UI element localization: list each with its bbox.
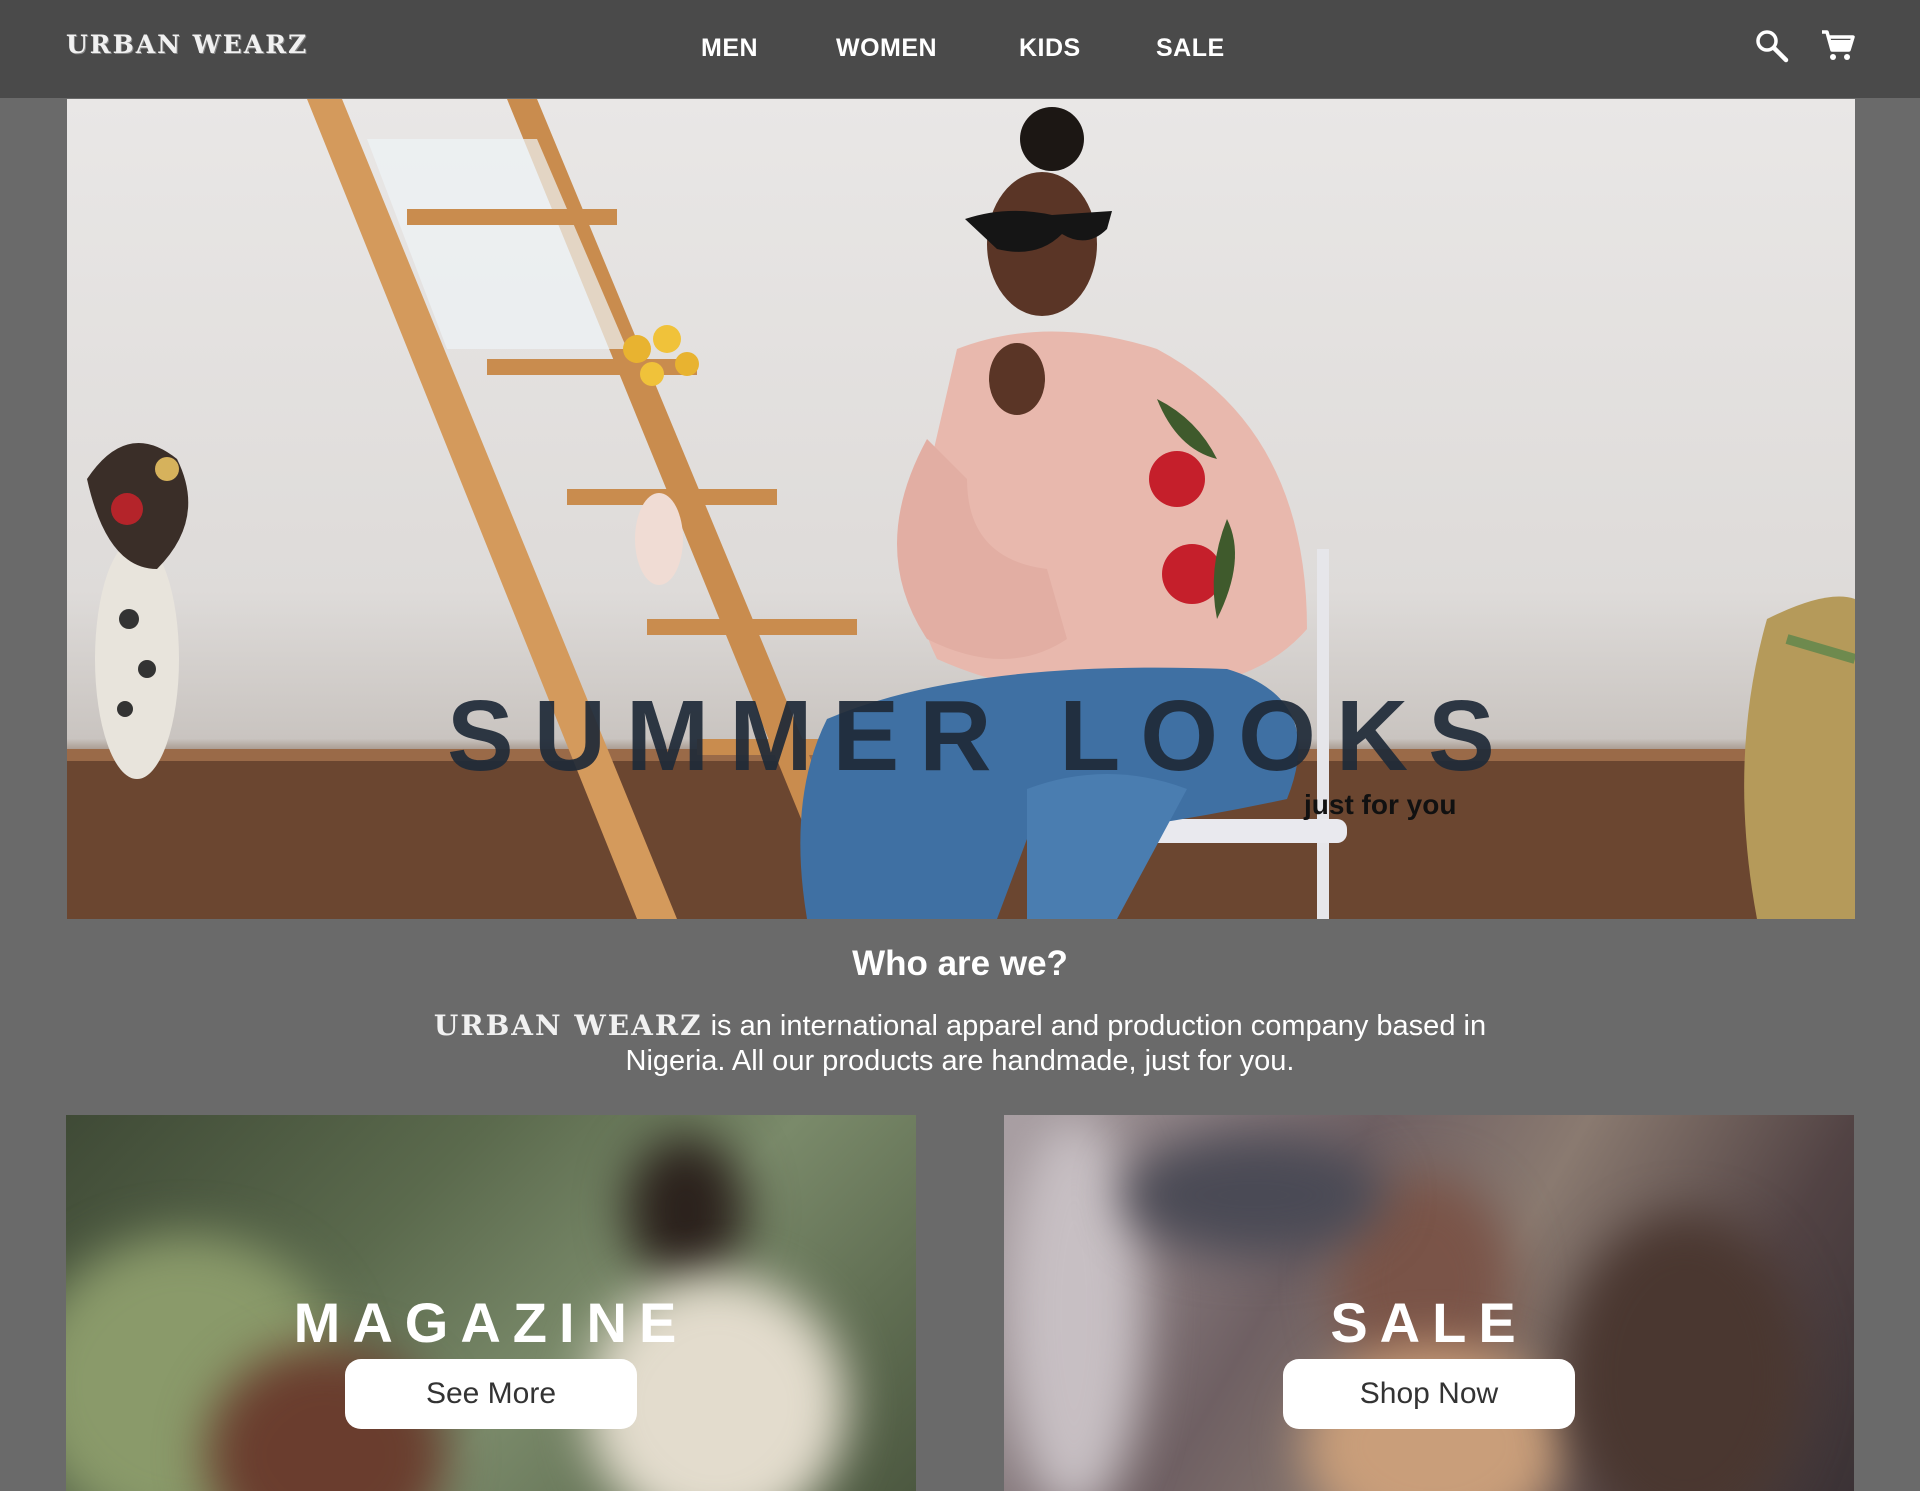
hero-title: SUMMER LOOKS xyxy=(447,680,1515,792)
cart-icon xyxy=(1822,30,1855,60)
site-header: URBAN WEARZ MEN WOMEN KIDS SALE xyxy=(0,0,1920,98)
hero-subtitle: just for you xyxy=(1304,789,1457,820)
about-heading: Who are we? xyxy=(852,944,1068,983)
card-photo xyxy=(1124,1135,1384,1255)
magazine-card[interactable]: MAGAZINE See More xyxy=(66,1115,916,1491)
cart-button[interactable] xyxy=(1820,28,1856,64)
magazine-title: MAGAZINE xyxy=(293,1291,689,1354)
main-nav: MEN WOMEN KIDS SALE xyxy=(0,34,1920,64)
about-text: URBAN WEARZ is an international apparel … xyxy=(400,1008,1520,1079)
search-button[interactable] xyxy=(1754,28,1790,64)
model-figure xyxy=(800,107,1307,919)
sofa-illustration xyxy=(1744,596,1855,919)
vase-illustration xyxy=(87,443,189,779)
about-brand-logo: URBAN WEARZ xyxy=(433,1009,703,1042)
search-icon xyxy=(1756,30,1789,63)
see-more-button[interactable]: See More xyxy=(345,1359,637,1429)
sale-card[interactable]: SALE Shop Now xyxy=(1004,1115,1854,1491)
nav-item-kids[interactable]: KIDS xyxy=(1019,34,1081,63)
hero-banner: SUMMER LOOKS just for you xyxy=(67,99,1855,919)
nav-item-sale[interactable]: SALE xyxy=(1156,34,1225,63)
card-photo xyxy=(626,1135,746,1285)
sale-title: SALE xyxy=(1330,1291,1528,1354)
hero-photo xyxy=(67,99,1855,919)
nav-item-women[interactable]: WOMEN xyxy=(836,34,937,63)
nav-item-men[interactable]: MEN xyxy=(701,34,758,63)
about-description: is an international apparel and producti… xyxy=(625,1010,1487,1077)
shop-now-button[interactable]: Shop Now xyxy=(1283,1359,1575,1429)
